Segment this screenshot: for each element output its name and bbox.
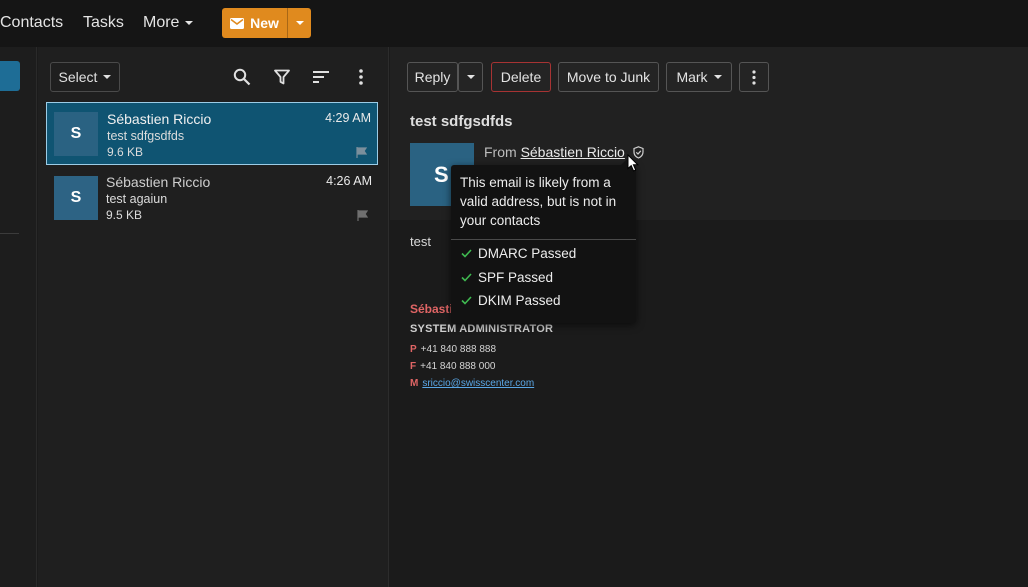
mouse-cursor-icon xyxy=(627,154,639,172)
message-subject-title: test sdfgsdfds xyxy=(410,113,513,130)
sort-icon[interactable] xyxy=(311,67,331,87)
phone-value: +41 840 888 888 xyxy=(420,344,497,355)
move-to-junk-button[interactable]: Move to Junk xyxy=(558,62,659,92)
mail-link[interactable]: sriccio@swisscenter.com xyxy=(422,378,534,389)
message-size: 9.5 KB xyxy=(106,208,143,222)
check-label: SPF Passed xyxy=(478,270,554,285)
mail-icon xyxy=(230,17,245,29)
signature-mail: Msriccio@swisscenter.com xyxy=(410,378,534,389)
new-button-label: New xyxy=(250,15,279,31)
message-subject: test sdfgsdfds xyxy=(107,129,185,143)
message-subject: test agaiun xyxy=(106,192,168,206)
message-sender: Sébastien Riccio xyxy=(107,111,212,127)
phone-label: P xyxy=(410,344,417,355)
nav-contacts[interactable]: Contacts xyxy=(0,13,63,33)
chevron-down-icon xyxy=(466,75,475,79)
signature-fax: F +41 840 888 000 xyxy=(410,361,495,372)
check-label: DKIM Passed xyxy=(478,293,561,308)
nav-more-label: More xyxy=(143,14,180,31)
signature-name: Sébasti xyxy=(410,302,453,316)
reply-options-button[interactable] xyxy=(458,62,483,92)
message-list-pane: Select S Sébastien Riccio 4:29 AM test s… xyxy=(38,47,389,587)
reply-button[interactable]: Reply xyxy=(407,62,458,92)
check-icon xyxy=(461,296,472,305)
chevron-down-icon xyxy=(103,75,112,79)
nav-more[interactable]: More xyxy=(143,13,194,33)
select-button[interactable]: Select xyxy=(50,62,120,92)
search-icon[interactable] xyxy=(232,67,252,87)
flag-icon[interactable] xyxy=(357,210,368,221)
avatar: S xyxy=(54,112,98,156)
divider xyxy=(451,239,636,240)
flag-icon[interactable] xyxy=(356,147,367,158)
more-vertical-icon[interactable] xyxy=(351,67,371,87)
message-size: 9.6 KB xyxy=(107,145,144,159)
divider xyxy=(0,233,19,234)
reply-label: Reply xyxy=(414,69,451,85)
chevron-down-icon xyxy=(185,20,194,25)
folder-pane xyxy=(0,47,37,587)
nav-tasks[interactable]: Tasks xyxy=(83,13,124,33)
mail-app: Contacts Tasks More New Select S Sébasti… xyxy=(0,0,1028,587)
fax-label: F xyxy=(410,361,417,372)
message-time: 4:26 AM xyxy=(326,174,372,188)
more-actions-button[interactable] xyxy=(739,62,769,92)
check-icon xyxy=(461,273,472,282)
mark-label: Mark xyxy=(676,69,708,85)
spf-check: SPF Passed xyxy=(461,270,553,285)
message-item[interactable]: S Sébastien Riccio 4:29 AM test sdfgsdfd… xyxy=(46,102,378,165)
from-line: From Sébastien Riccio xyxy=(484,144,644,160)
new-button[interactable]: New xyxy=(222,8,311,38)
select-label: Select xyxy=(58,69,98,85)
mark-button[interactable]: Mark xyxy=(666,62,732,92)
message-sender: Sébastien Riccio xyxy=(106,174,211,190)
message-item[interactable]: S Sébastien Riccio 4:26 AM test agaiun 9… xyxy=(46,166,378,229)
message-body: test xyxy=(410,234,431,249)
filter-icon[interactable] xyxy=(272,67,292,87)
delete-label: Delete xyxy=(500,69,542,85)
more-vertical-icon xyxy=(752,69,756,85)
signature-title: SYSTEM ADMINISTRATOR xyxy=(410,323,554,335)
sender-link[interactable]: Sébastien Riccio xyxy=(521,144,625,160)
dmarc-check: DMARC Passed xyxy=(461,246,576,261)
delete-button[interactable]: Delete xyxy=(491,62,551,92)
chevron-down-icon xyxy=(295,21,304,25)
top-bar: Contacts Tasks More New xyxy=(0,0,1028,47)
tooltip-message: This email is likely from a valid addres… xyxy=(460,175,617,228)
check-icon xyxy=(461,249,472,258)
compose-accent[interactable] xyxy=(0,61,20,91)
fax-value: +41 840 888 000 xyxy=(420,361,496,372)
message-time: 4:29 AM xyxy=(325,111,371,125)
dkim-check: DKIM Passed xyxy=(461,293,561,308)
avatar: S xyxy=(54,176,98,220)
junk-label: Move to Junk xyxy=(566,69,651,85)
new-dropdown-toggle[interactable] xyxy=(287,8,311,38)
sender-verification-tooltip: This email is likely from a valid addres… xyxy=(451,159,636,323)
signature-phone: P +41 840 888 888 xyxy=(410,344,496,355)
check-label: DMARC Passed xyxy=(478,246,577,261)
mail-label: M xyxy=(410,378,419,389)
chevron-down-icon xyxy=(713,75,722,79)
from-label: From xyxy=(484,144,517,160)
new-button-main[interactable]: New xyxy=(222,8,287,38)
